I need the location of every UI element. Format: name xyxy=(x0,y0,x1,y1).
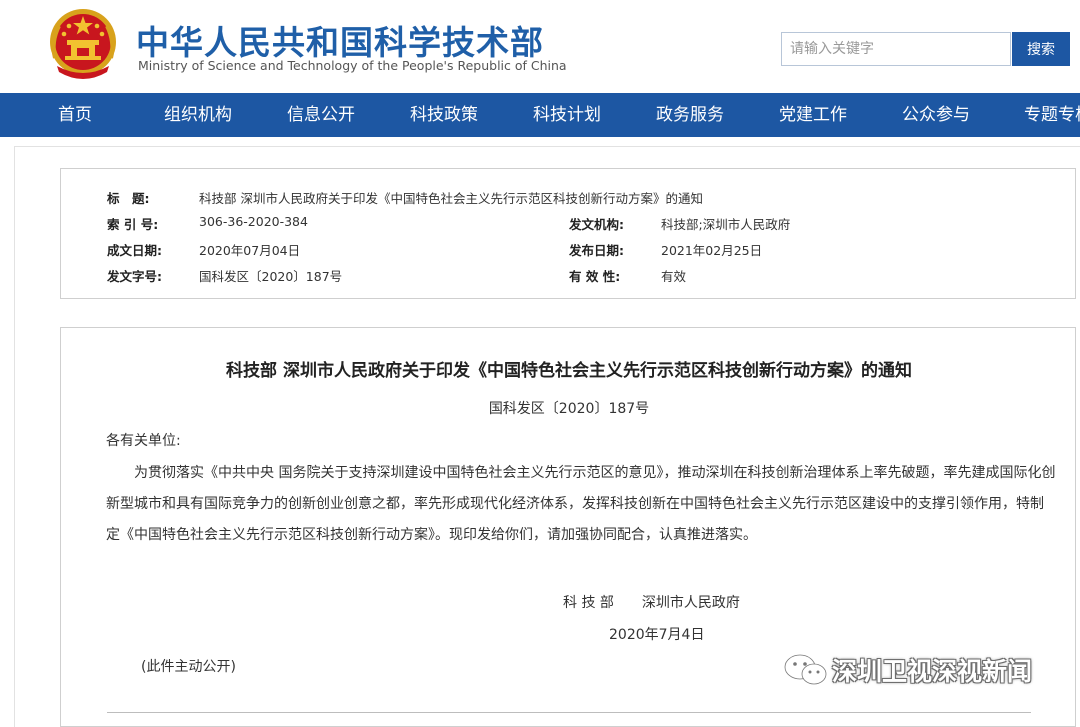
nav-item-policy[interactable]: 科技政策 xyxy=(410,93,478,137)
site-title[interactable]: 中华人民共和国科学技术部 xyxy=(136,16,544,64)
nav-item-services[interactable]: 政务服务 xyxy=(656,93,724,137)
info-index-value: 306-36-2020-384 xyxy=(199,214,308,229)
info-published-label: 发布日期: xyxy=(569,243,624,258)
nav-item-public[interactable]: 公众参与 xyxy=(902,93,970,137)
article-salutation: 各有关单位: xyxy=(106,433,181,449)
article-paragraph: 为贯彻落实《中共中央 国务院关于支持深圳建设中国特色社会主义先行示范区的意见》，… xyxy=(106,465,1056,543)
article-public-note: (此件主动公开) xyxy=(141,659,236,675)
info-title-label: 标 题: xyxy=(107,191,150,206)
article-signer: 科 技 部 深圳市人民政府 xyxy=(563,595,740,611)
info-validity-value: 有效 xyxy=(661,269,687,284)
nav-item-home[interactable]: 首页 xyxy=(58,93,92,137)
national-emblem-icon[interactable] xyxy=(47,6,119,84)
site-header: 中华人民共和国科学技术部 Ministry of Science and Tec… xyxy=(0,0,1080,93)
nav-item-organization[interactable]: 组织机构 xyxy=(164,93,232,137)
nav-item-party[interactable]: 党建工作 xyxy=(779,93,847,137)
search-input[interactable] xyxy=(781,32,1011,66)
info-index-label: 索 引 号: xyxy=(107,217,159,232)
info-issuer-label: 发文机构: xyxy=(569,217,624,232)
info-validity-label: 有 效 性: xyxy=(569,269,621,284)
site-title-english: Ministry of Science and Technology of th… xyxy=(138,58,567,73)
watermark-text: 深圳卫视深视新闻 xyxy=(832,657,1033,686)
info-docno-value: 国科发区〔2020〕187号 xyxy=(199,269,343,284)
wechat-icon xyxy=(783,653,827,685)
nav-item-special[interactable]: 专题专栏 xyxy=(1024,93,1080,137)
info-created-value: 2020年07月04日 xyxy=(199,243,301,258)
article-date: 2020年7月4日 xyxy=(609,627,705,643)
info-title-value: 科技部 深圳市人民政府关于印发《中国特色社会主义先行示范区科技创新行动方案》的通… xyxy=(199,191,703,206)
article-doc-number: 国科发区〔2020〕187号 xyxy=(488,401,650,417)
document-info-box: 标 题: 科技部 深圳市人民政府关于印发《中国特色社会主义先行示范区科技创新行动… xyxy=(60,168,1076,299)
article-title: 科技部 深圳市人民政府关于印发《中国特色社会主义先行示范区科技创新行动方案》的通… xyxy=(226,361,912,381)
nav-item-programs[interactable]: 科技计划 xyxy=(533,93,601,137)
info-issuer-value: 科技部;深圳市人民政府 xyxy=(661,217,791,232)
nav-item-info-disclosure[interactable]: 信息公开 xyxy=(287,93,355,137)
main-nav: 首页 组织机构 信息公开 科技政策 科技计划 政务服务 党建工作 公众参与 专题… xyxy=(0,93,1080,137)
divider xyxy=(107,712,1031,713)
info-docno-label: 发文字号: xyxy=(107,269,162,284)
search-button[interactable]: 搜索 xyxy=(1012,32,1070,66)
info-created-label: 成文日期: xyxy=(107,243,162,258)
info-published-value: 2021年02月25日 xyxy=(661,243,763,258)
